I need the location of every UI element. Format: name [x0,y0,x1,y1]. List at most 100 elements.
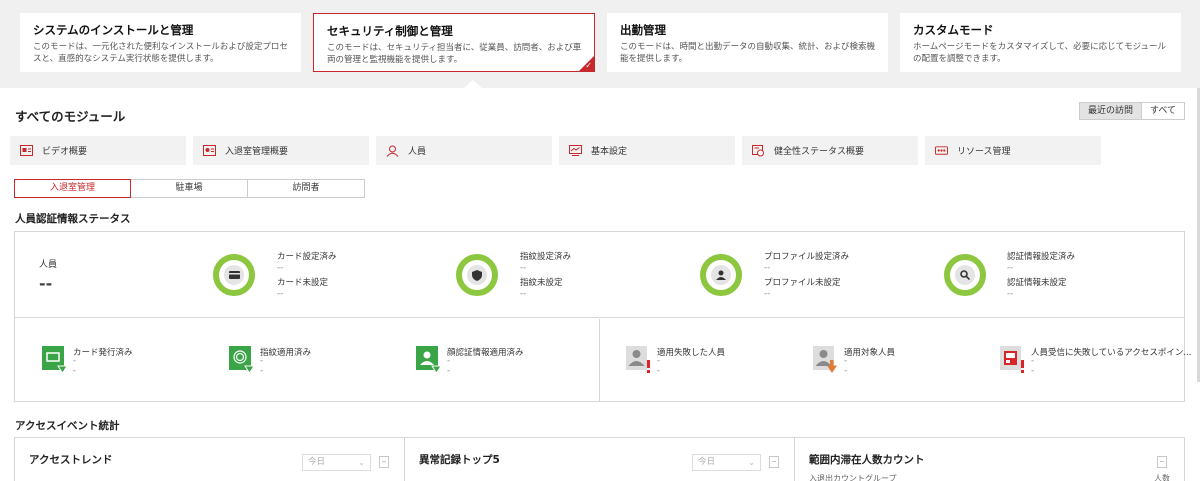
person-icon [386,145,399,157]
main-content: すべてのモジュール 最近の訪問 すべて ビデオ概要 入退室管理概要 人員 基本設… [0,88,1200,481]
mode-description: このモードは、一元化された便利なインストールおよび設定プロセスと、直感的なシステ… [33,42,288,64]
indicator-value: -- [1031,356,1035,376]
indicator-value: -- [447,356,451,376]
module-basic-settings[interactable]: 基本設定 [559,136,735,165]
access-point-failed-icon [1000,346,1026,374]
mode-description: ホームページモードをカスタマイズして、必要に応じてモジュールの配置を調整できます… [913,42,1167,64]
mode-title: セキュリティ制御と管理 [327,24,453,38]
credential-unset-label: 認証情報未設定 [1007,278,1067,288]
video-icon [20,145,33,156]
time-range-select[interactable]: 今日 ⌄ [692,454,761,471]
indicator-label: 適用失敗した人員 [657,348,726,358]
tab-visitor[interactable]: 訪問者 [248,179,365,198]
chevron-down-icon: ⌄ [358,458,365,467]
credential-search-icon [955,265,975,285]
credential-status-ring [944,254,986,296]
panel-title: アクセストレンド [29,454,113,466]
card-set-label: カード設定済み [277,252,337,262]
mode-title: システムのインストールと管理 [33,23,194,37]
tab-access-control[interactable]: 入退室管理 [14,179,131,198]
mode-selector: システムのインストールと管理 このモードは、一元化された便利なインストールおよび… [0,0,1200,88]
in-range-count-panel: 範囲内滞在人数カウント 入退出カウントグループ 人数 [795,438,1184,481]
application-status-row: カード発行済み -- 指紋適用済み -- 顔認証情報適用済み -- 適用失敗した… [15,319,1191,401]
all-modules-title: すべてのモジュール [15,109,126,124]
mode-card-custom[interactable]: カスタムモード ホームページモードをカスタマイズして、必要に応じてモジュールの配… [900,13,1181,72]
failed-person-icon [626,346,652,374]
category-tabs: 入退室管理 駐車場 訪問者 [14,179,365,198]
resource-icon [935,145,948,156]
access-stats-panels: アクセストレンド 今日 ⌄ 異常記録トップ5 今日 ⌄ 範囲内滞在人数カウント … [14,437,1185,481]
mode-description: このモードは、時間と出勤データの自動収集、統計、および検索機能を提供します。 [620,42,876,64]
credential-status-text: 認証情報設定済み -- 認証情報未設定 -- [1007,252,1075,300]
card-status-ring [213,254,255,296]
export-icon[interactable] [769,456,779,468]
indicator-value: -- [657,356,661,376]
select-value: 今日 [308,457,326,467]
module-filter-toggle: 最近の訪問 すべて [1078,102,1185,120]
module-label: リソース管理 [957,147,1011,157]
persons-count: -- [39,274,53,293]
fingerprint-applied-icon [229,346,255,374]
abnormal-records-panel: 異常記録トップ5 今日 ⌄ [405,438,795,481]
card-icon [224,265,244,285]
chevron-down-icon: ⌄ [748,458,755,467]
fingerprint-status-text: 指紋設定済み -- 指紋未設定 -- [520,252,571,300]
indicator-value: -- [73,356,77,376]
check-icon: ✓ [585,61,592,70]
module-access-control-overview[interactable]: 入退室管理概要 [193,136,369,165]
profile-set-label: プロファイル設定済み [764,252,850,262]
module-video-overview[interactable]: ビデオ概要 [10,136,186,165]
module-person[interactable]: 人員 [376,136,552,165]
module-label: 基本設定 [591,147,628,157]
card-issued-icon [42,346,68,374]
export-icon[interactable] [379,456,389,468]
credential-summary-row: 人員 -- カード設定済み -- カード未設定 -- 指紋設定済み -- 指紋未… [15,232,1184,318]
recent-visits-button[interactable]: 最近の訪問 [1079,103,1142,119]
mode-description: このモードは、セキュリティ担当者に、従業員、訪問者、および車両の管理と監視機能を… [327,43,582,65]
card-unset-value: -- [277,289,284,299]
time-range-select[interactable]: 今日 ⌄ [302,454,371,471]
profile-set-value: -- [764,263,771,273]
credential-set-label: 認証情報設定済み [1007,252,1076,262]
fingerprint-unset-label: 指紋未設定 [520,278,563,288]
fingerprint-set-label: 指紋設定済み [520,252,572,262]
tab-parking[interactable]: 駐車場 [131,179,248,198]
fingerprint-unset-value: -- [520,289,527,299]
profile-status-text: プロファイル設定済み -- プロファイル未設定 -- [764,252,849,300]
mode-title: カスタムモード [913,23,994,37]
credential-unset-value: -- [1007,289,1014,299]
credential-set-value: -- [1007,263,1014,273]
module-health-status-overview[interactable]: 健全性ステータス概要 [742,136,918,165]
fingerprint-status-ring [456,254,498,296]
target-person-icon [813,346,839,374]
profile-unset-label: プロファイル未設定 [764,278,841,288]
mode-card-installation[interactable]: システムのインストールと管理 このモードは、一元化された便利なインストールおよび… [20,13,301,72]
module-label: ビデオ概要 [42,147,88,157]
indicator-label: カード発行済み [73,348,133,358]
credential-status-panel: 人員 -- カード設定済み -- カード未設定 -- 指紋設定済み -- 指紋未… [14,231,1191,402]
divider [599,319,600,401]
indicator-label: 人員受信に失敗しているアクセスポイン... [1031,348,1192,358]
active-mode-pointer [464,80,482,88]
panel-title: 範囲内滞在人数カウント [809,454,925,466]
module-list: ビデオ概要 入退室管理概要 人員 基本設定 健全性ステータス概要 リソース管理 [10,136,1108,165]
card-set-value: -- [277,263,284,273]
fingerprint-icon [467,265,487,285]
profile-unset-value: -- [764,289,771,299]
module-resource-management[interactable]: リソース管理 [925,136,1101,165]
indicator-value: -- [260,356,264,376]
module-label: 入退室管理概要 [225,147,289,157]
access-control-icon [203,145,216,156]
mode-card-security[interactable]: セキュリティ制御と管理 このモードは、セキュリティ担当者に、従業員、訪問者、およ… [313,13,595,72]
module-label: 人員 [408,147,427,157]
all-button[interactable]: すべて [1141,103,1184,119]
mode-card-attendance[interactable]: 出勤管理 このモードは、時間と出勤データの自動収集、統計、および検索機能を提供し… [607,13,888,72]
health-status-icon [752,144,765,156]
people-count-header: 人数 [1154,474,1170,481]
indicator-label: 適用対象人員 [844,348,896,358]
card-status-text: カード設定済み -- カード未設定 -- [277,252,337,300]
panel-title: 異常記録トップ5 [419,454,500,466]
select-value: 今日 [698,457,716,467]
export-icon[interactable] [1157,456,1167,468]
indicator-label: 顔認証情報適用済み [447,348,524,358]
